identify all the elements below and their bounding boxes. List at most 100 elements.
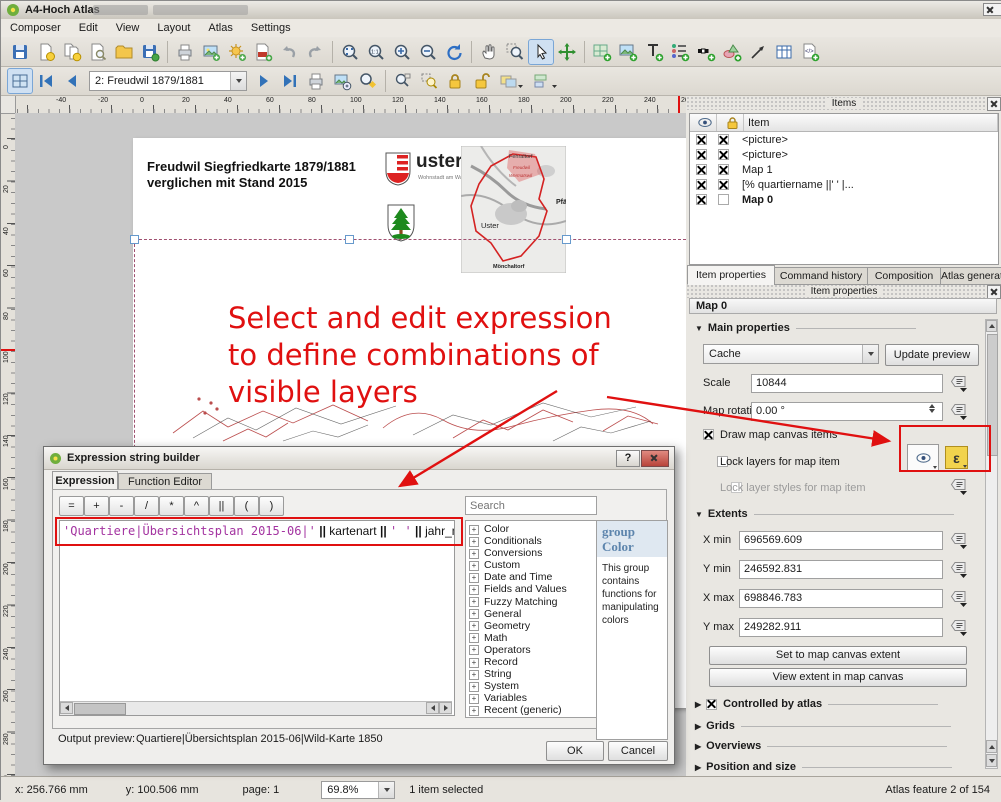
add-arrow-button[interactable] [745,39,771,65]
set-to-canvas-extent-button[interactable]: Set to map canvas extent [709,646,967,665]
zoom-actual-button[interactable]: 1:1 [363,39,389,65]
scroll-right-button[interactable] [439,702,452,714]
tab-command-history[interactable]: Command history [774,267,868,285]
function-group[interactable]: Date and Time [466,571,596,583]
freudwil-coat-of-arms[interactable] [386,203,416,243]
unlock-items-button[interactable] [468,68,494,94]
add-image-button[interactable] [615,39,641,65]
save-template-button[interactable] [137,39,163,65]
menu-atlas[interactable]: Atlas [199,19,241,37]
add-map-button[interactable] [589,39,615,65]
lock-checkbox[interactable] [718,164,729,175]
redo-button[interactable] [302,39,328,65]
items-row[interactable]: <picture> [690,147,998,162]
combo-dropdown-button[interactable] [378,782,394,798]
function-group[interactable]: Conditionals [466,535,596,547]
section-main-properties[interactable]: ▼Main properties [695,322,916,334]
menu-edit[interactable]: Edit [70,19,107,37]
menu-composer[interactable]: Composer [1,19,70,37]
view-extent-in-canvas-button[interactable]: View extent in map canvas [709,668,967,687]
function-group[interactable]: Custom [466,559,596,571]
visibility-checkbox[interactable] [696,149,707,160]
items-row[interactable]: [% quartiername ||' ' |... [690,177,998,192]
controlled-by-atlas-checkbox[interactable] [706,699,717,710]
tab-atlas-generation[interactable]: Atlas generation [940,267,1001,285]
group-items-button[interactable] [494,68,528,94]
function-group[interactable]: Operators [466,644,596,656]
scroll-left-button[interactable] [60,702,73,714]
properties-scrollbar[interactable] [985,319,998,769]
lock-checkbox[interactable] [718,149,729,160]
y-max-input[interactable]: 249282.911 [739,618,943,637]
operator-open-paren-button[interactable]: ( [234,496,259,516]
zoom-to-item-button[interactable] [390,68,416,94]
data-defined-ymin-button[interactable] [949,561,968,578]
undo-button[interactable] [276,39,302,65]
align-items-button[interactable] [528,68,562,94]
function-group[interactable]: Geometry [466,620,596,632]
section-grids[interactable]: ▶Grids [695,720,951,732]
items-panel-titlebar[interactable]: Items [686,96,1001,110]
lock-checkbox[interactable] [718,194,729,205]
items-table[interactable]: Item <picture> <picture> Map 1 [% quarti… [689,113,999,265]
expression-hscrollbar[interactable] [60,701,452,715]
x-min-input[interactable]: 696569.609 [739,531,943,550]
function-group[interactable]: Math [466,632,596,644]
items-row[interactable]: <picture> [690,132,998,147]
scale-input[interactable]: 10844 [751,374,943,393]
lock-items-button[interactable] [442,68,468,94]
section-overviews[interactable]: ▶Overviews [695,740,947,752]
operator-close-paren-button[interactable]: ) [259,496,284,516]
operator-minus-button[interactable]: - [109,496,134,516]
visibility-checkbox[interactable] [696,134,707,145]
print-button[interactable] [172,39,198,65]
data-defined-scale-button[interactable] [949,375,968,392]
close-icon[interactable] [987,285,1001,299]
data-defined-ymax-button[interactable] [949,619,968,636]
cache-mode-combo[interactable]: Cache [703,344,879,364]
item-label[interactable]: <picture> [734,134,788,146]
function-group[interactable]: Conversions [466,547,596,559]
duplicate-composition-button[interactable] [59,39,85,65]
add-shape-button[interactable] [719,39,745,65]
lock-checkbox[interactable] [718,134,729,145]
zoom-level-combo[interactable]: 69.8% [321,781,395,799]
data-defined-xmax-button[interactable] [949,590,968,607]
function-group[interactable]: General [466,608,596,620]
draw-canvas-items-checkbox[interactable] [703,429,714,440]
export-image-button[interactable] [198,39,224,65]
combo-dropdown-button[interactable] [230,72,246,90]
function-group[interactable]: Fuzzy Matching [466,596,596,608]
help-button[interactable]: ? [616,450,640,467]
items-row[interactable]: Map 1 [690,162,998,177]
y-min-input[interactable]: 246592.831 [739,560,943,579]
print-atlas-button[interactable] [303,68,329,94]
operator-divide-button[interactable]: / [134,496,159,516]
section-position-and-size[interactable]: ▶Position and size [695,761,952,773]
visibility-checkbox[interactable] [696,194,707,205]
pan-tool-button[interactable] [476,39,502,65]
section-controlled-by-atlas[interactable]: ▶Controlled by atlas [695,698,938,710]
lock-column-header[interactable] [717,114,744,131]
zoom-to-region-button[interactable] [416,68,442,94]
visibility-checkbox[interactable] [696,179,707,190]
atlas-settings-button[interactable] [355,68,381,94]
menu-layout[interactable]: Layout [148,19,199,37]
data-defined-rotation-button[interactable] [949,403,968,420]
selection-handle[interactable] [562,235,571,244]
atlas-feature-combo[interactable]: 2: Freudwil 1879/1881 [89,71,247,91]
zoom-tool-button[interactable] [502,39,528,65]
uster-coat-of-arms[interactable] [384,151,412,187]
selection-handle[interactable] [345,235,354,244]
composition-manager-button[interactable] [85,39,111,65]
dialog-titlebar[interactable]: Expression string builder ? [44,447,674,470]
rotation-spinner[interactable] [929,404,935,413]
atlas-preview-button[interactable] [7,68,33,94]
scroll-down-button[interactable] [986,754,997,767]
add-label-button[interactable] [641,39,667,65]
operator-power-button[interactable]: ^ [184,496,209,516]
refresh-button[interactable] [441,39,467,65]
load-template-button[interactable] [111,39,137,65]
x-max-input[interactable]: 698846.783 [739,589,943,608]
function-group[interactable]: Color [466,523,596,535]
